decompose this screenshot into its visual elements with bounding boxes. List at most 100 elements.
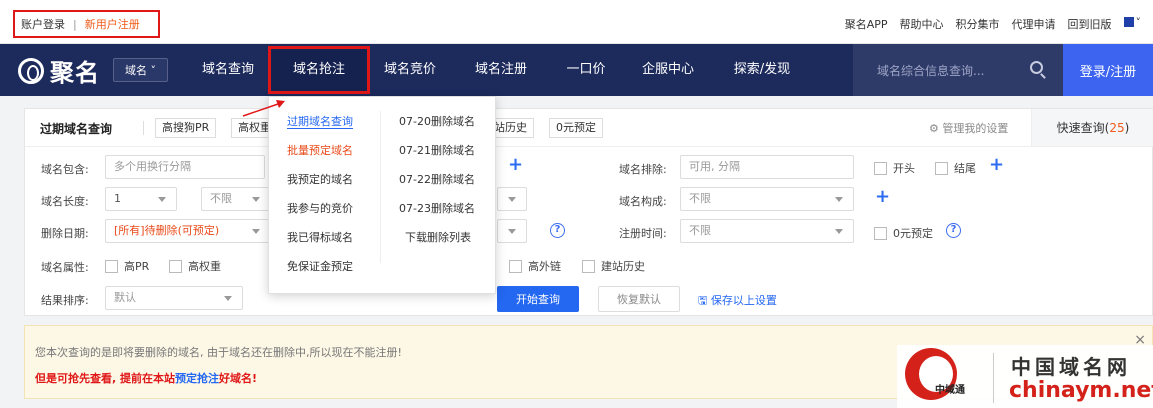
- structure-value: 不限: [689, 192, 711, 205]
- register-link[interactable]: 新用户注册: [85, 16, 140, 32]
- delete-date-select[interactable]: [所有]待删除(可预定): [105, 219, 271, 243]
- menu-won-domains[interactable]: 我已得标域名: [287, 223, 353, 252]
- sort-select[interactable]: 默认: [105, 286, 243, 310]
- quick-query-count: 25: [1109, 120, 1125, 135]
- help-icon[interactable]: ?: [550, 223, 565, 238]
- top-bar: 账户登录 | 新用户注册 聚名APP 帮助中心 积分集市 代理申请 回到旧版 ˅: [0, 0, 1153, 44]
- divider: [380, 111, 381, 263]
- length-from-select[interactable]: 1: [105, 187, 177, 211]
- search-placeholder: 域名综合信息查询...: [877, 63, 985, 78]
- reg-time-select[interactable]: 不限: [680, 219, 854, 243]
- zero-reserve-help-icon[interactable]: ?: [946, 223, 961, 238]
- notice-line-2-text: 但是可抢先查看, 提前在本站: [35, 372, 176, 385]
- agent-link[interactable]: 代理申请: [1012, 16, 1056, 32]
- search-icon[interactable]: [1030, 61, 1043, 74]
- attribute-label: 域名属性:: [41, 261, 89, 274]
- menu-expired-query-label: 过期域名查询: [287, 115, 353, 129]
- prefix-checkbox[interactable]: 开头: [874, 160, 915, 176]
- logo-text: 聚名: [50, 59, 100, 87]
- nav-domain-register[interactable]: 域名注册: [463, 44, 539, 96]
- main-nav: 聚名 域名 ˅ 域名查询 域名抢注 域名竞价 域名注册 一口价 企服中心 探索/…: [0, 44, 1153, 96]
- theme-icon[interactable]: ˅: [1123, 16, 1141, 32]
- logo-icon: [18, 57, 44, 84]
- structure-select[interactable]: 不限: [680, 187, 854, 211]
- high-weight-label: 高权重: [188, 260, 221, 273]
- exclude-input[interactable]: 可用, 分隔: [680, 155, 854, 179]
- length-extra-select[interactable]: [497, 187, 527, 211]
- include-input[interactable]: 多个用换行分隔: [105, 155, 265, 179]
- notice-line-2-end: 好域名!: [219, 372, 258, 385]
- reset-button[interactable]: 恢复默认: [598, 286, 680, 312]
- quick-query-label: 快速查询(: [1056, 121, 1110, 135]
- high-weight-checkbox[interactable]: 高权重: [169, 258, 221, 274]
- search-button[interactable]: 开始查询: [497, 286, 579, 312]
- add-include-icon[interactable]: +: [508, 154, 523, 175]
- domain-select[interactable]: 域名 ˅: [113, 58, 168, 82]
- quick-query-tab[interactable]: 快速查询(25): [1031, 109, 1153, 146]
- separator: |: [73, 17, 77, 31]
- notice-line-2: 但是可抢先查看, 提前在本站预定抢注好域名!: [35, 370, 257, 386]
- high-outlink-checkbox[interactable]: 高外链: [509, 258, 561, 274]
- menu-download-list[interactable]: 下载删除列表: [399, 223, 475, 252]
- delete-date-value: [所有]待删除(可预定): [114, 224, 220, 237]
- logo[interactable]: 聚名: [18, 53, 100, 88]
- panel-title[interactable]: 过期域名查询: [40, 120, 112, 137]
- watermark-badge: 中域通: [935, 385, 965, 396]
- menu-no-deposit[interactable]: 免保证金预定: [287, 252, 353, 281]
- notice-line-1: 您本次查询的是即将要删除的域名, 由于域名还在删除中,所以现在不能注册!: [35, 346, 402, 359]
- sort-value: 默认: [114, 291, 136, 304]
- high-outlink-label: 高外链: [528, 260, 561, 273]
- login-link[interactable]: 账户登录: [21, 16, 65, 32]
- suffix-label: 结尾: [954, 162, 976, 175]
- zero-reserve-checkbox[interactable]: 0元预定: [874, 225, 933, 241]
- dropdown-left-column: 过期域名查询 批量预定域名 我预定的域名 我参与的竞价 我已得标域名 免保证金预…: [287, 107, 353, 281]
- menu-my-bids[interactable]: 我参与的竞价: [287, 194, 353, 223]
- account-links: 账户登录 | 新用户注册: [13, 10, 160, 38]
- menu-delete-0723[interactable]: 07-23删除域名: [399, 194, 475, 223]
- length-to-value: 不限: [210, 192, 232, 205]
- divider: [993, 353, 994, 403]
- delete-extra-select[interactable]: [497, 219, 527, 243]
- nav-fixed-price[interactable]: 一口价: [553, 44, 619, 96]
- watermark-cn: 中国域名网: [1011, 355, 1131, 379]
- old-version-link[interactable]: 回到旧版: [1068, 16, 1112, 32]
- watermark-en: chinaym.net: [1009, 378, 1153, 403]
- nav-enterprise[interactable]: 企服中心: [630, 44, 706, 96]
- search-input[interactable]: 域名综合信息查询...: [853, 44, 1063, 96]
- panel-tabs: 过期域名查询 高搜狗PR 高权重 站历史 0元预定 ⚙ 管理我的设置 快速查询(…: [25, 109, 1153, 147]
- add-exclude-icon[interactable]: +: [989, 154, 1004, 175]
- login-register-button[interactable]: 登录/注册: [1063, 44, 1153, 96]
- nav-domain-query[interactable]: 域名查询: [190, 44, 266, 96]
- watermark: 中域通 中国域名网 chinaym.net: [897, 345, 1153, 408]
- nav-domain-snap[interactable]: 域名抢注: [268, 46, 370, 94]
- save-settings-label: 保存以上设置: [710, 294, 777, 307]
- prefix-label: 开头: [893, 162, 915, 175]
- reserve-link[interactable]: 预定抢注: [175, 372, 219, 385]
- chip-sogou-pr[interactable]: 高搜狗PR: [155, 118, 217, 138]
- nav-domain-auction[interactable]: 域名竞价: [372, 44, 448, 96]
- menu-delete-0720[interactable]: 07-20删除域名: [399, 107, 475, 136]
- include-label: 域名包含:: [41, 163, 89, 176]
- manage-settings-label: 管理我的设置: [942, 122, 1009, 135]
- chip-zero-reserve[interactable]: 0元预定: [549, 118, 603, 138]
- menu-delete-0722[interactable]: 07-22删除域名: [399, 165, 475, 194]
- high-pr-label: 高PR: [124, 260, 150, 273]
- nav-explore[interactable]: 探索/发现: [720, 44, 804, 96]
- save-settings-link[interactable]: 🖫 保存以上设置: [698, 292, 777, 311]
- quick-query-paren: ): [1124, 120, 1130, 135]
- site-history-checkbox[interactable]: 建站历史: [582, 258, 645, 274]
- exclude-label: 域名排除:: [619, 163, 667, 176]
- menu-delete-0721[interactable]: 07-21删除域名: [399, 136, 475, 165]
- menu-expired-query[interactable]: 过期域名查询: [287, 107, 353, 136]
- app-link[interactable]: 聚名APP: [845, 16, 888, 32]
- high-pr-checkbox[interactable]: 高PR: [105, 258, 149, 274]
- menu-batch-reserve[interactable]: 批量预定域名: [287, 136, 353, 165]
- points-link[interactable]: 积分集市: [956, 16, 1000, 32]
- length-to-select[interactable]: 不限: [201, 187, 271, 211]
- sort-label: 结果排序:: [41, 294, 89, 307]
- menu-my-reserved[interactable]: 我预定的域名: [287, 165, 353, 194]
- add-structure-icon[interactable]: +: [875, 186, 890, 207]
- help-link[interactable]: 帮助中心: [900, 16, 944, 32]
- suffix-checkbox[interactable]: 结尾: [935, 160, 976, 176]
- manage-settings-link[interactable]: ⚙ 管理我的设置: [929, 120, 1008, 136]
